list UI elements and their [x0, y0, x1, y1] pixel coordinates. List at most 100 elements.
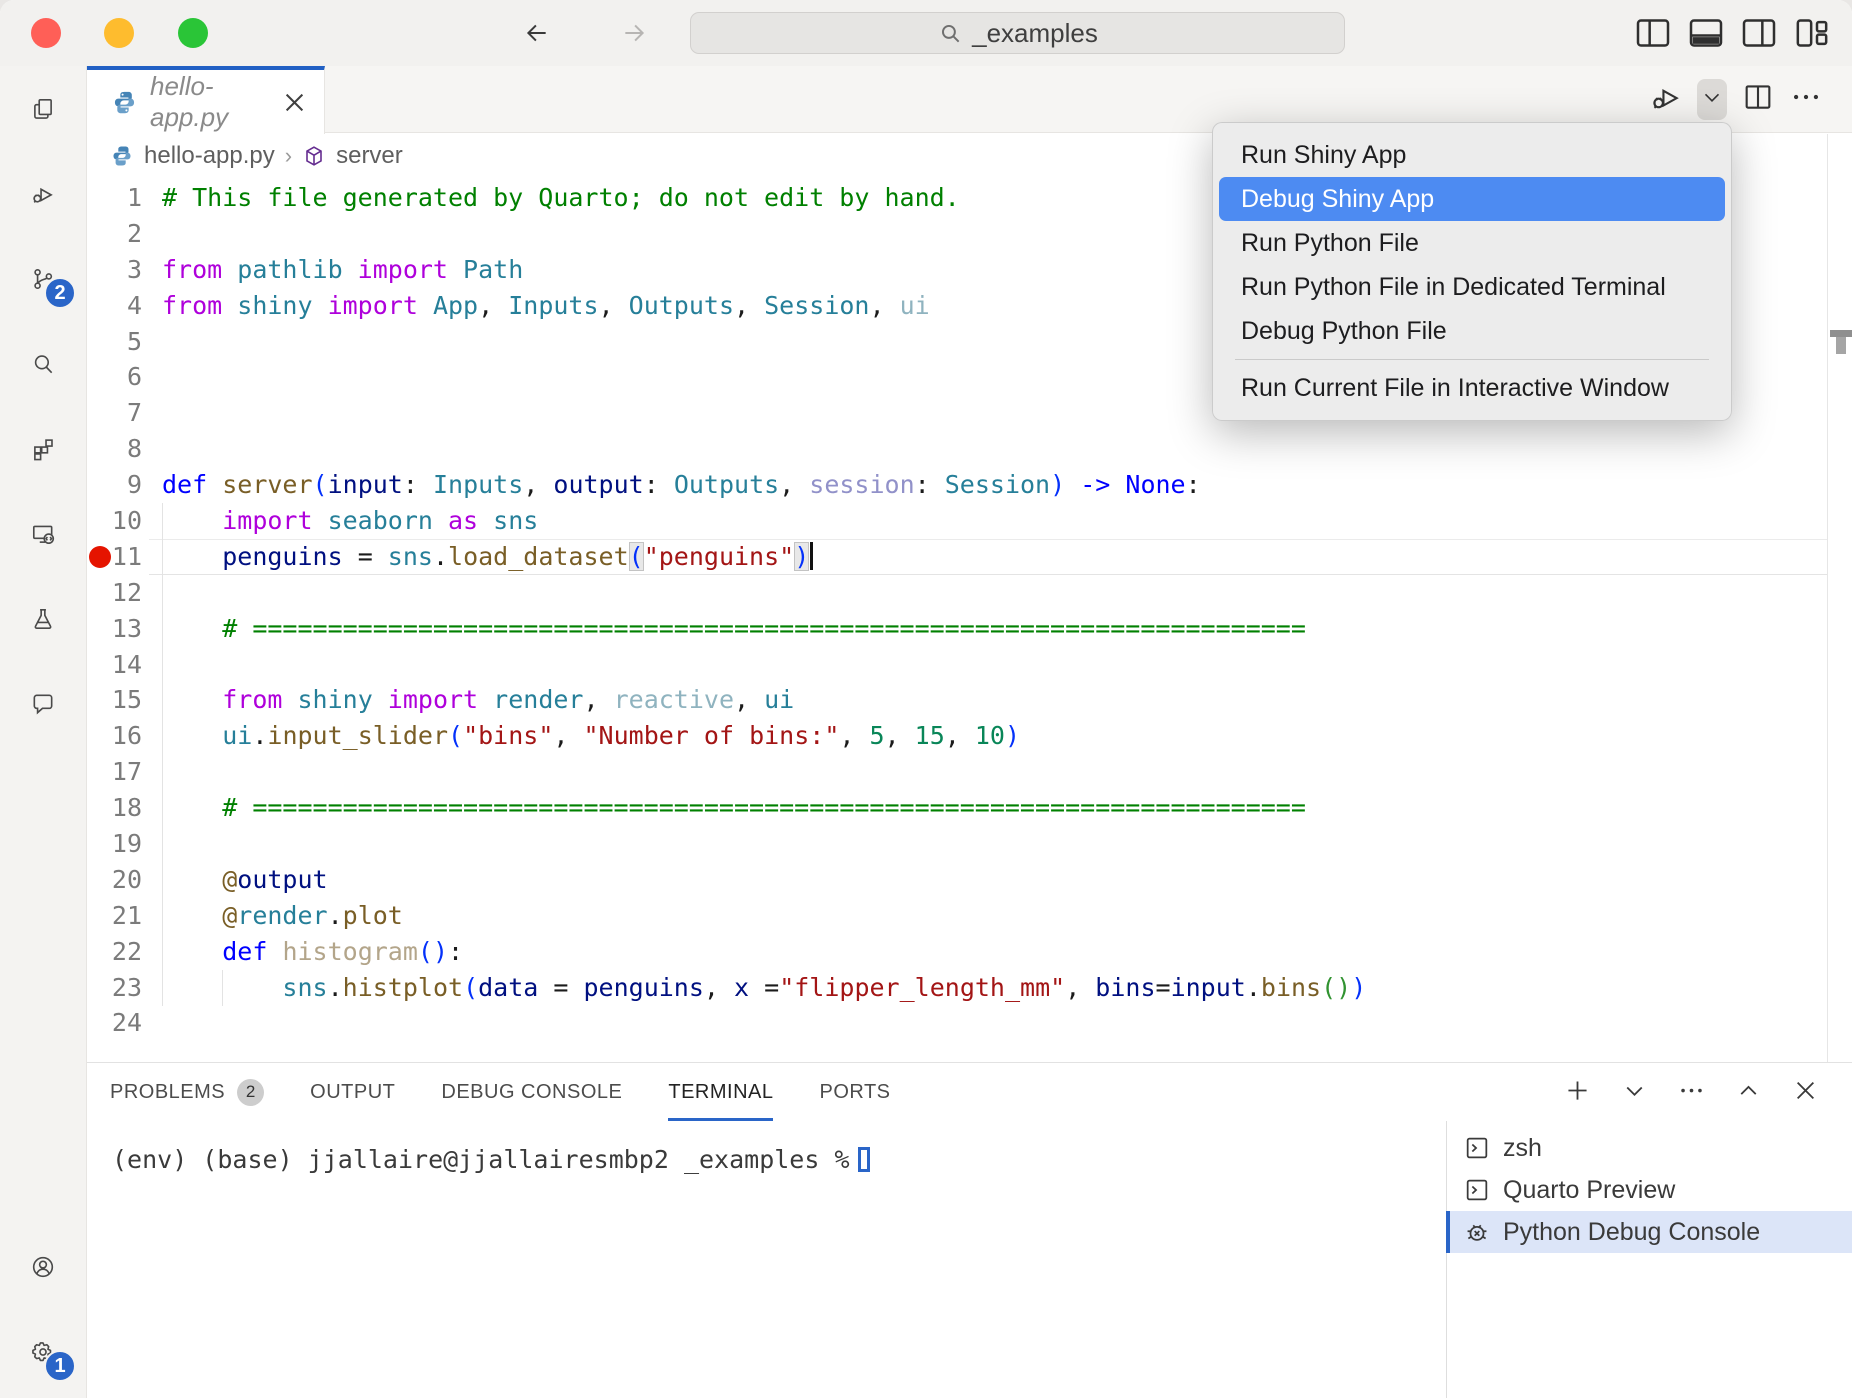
- editor-action-debug-run-icon[interactable]: [1649, 80, 1683, 119]
- editor-action-chevron-down-icon[interactable]: [1697, 79, 1727, 120]
- terminal-output[interactable]: (env) (base) jjallaire@jjallairesmbp2 _e…: [112, 1145, 870, 1174]
- line-number[interactable]: 16: [87, 718, 142, 754]
- code-line-content[interactable]: # This file generated by Quarto; do not …: [142, 180, 960, 216]
- line-number[interactable]: 2: [87, 216, 142, 252]
- line-number[interactable]: 1: [87, 180, 142, 216]
- line-number[interactable]: 19: [87, 826, 142, 862]
- line-number[interactable]: 15: [87, 682, 142, 718]
- activity-bar-item-source-control[interactable]: 2: [0, 236, 86, 321]
- titlebar-layout-sidebar-left-icon[interactable]: [1633, 13, 1673, 58]
- panel-tab-output[interactable]: OUTPUT: [310, 1063, 395, 1121]
- line-number[interactable]: 9: [87, 467, 142, 503]
- line-number[interactable]: 20: [87, 862, 142, 898]
- panel-tab-problems[interactable]: PROBLEMS2: [110, 1063, 264, 1121]
- code-line-9[interactable]: 9def server(input: Inputs, output: Outpu…: [87, 467, 1852, 503]
- line-number[interactable]: 17: [87, 754, 142, 790]
- menu-item[interactable]: Debug Python File: [1219, 309, 1725, 353]
- line-number[interactable]: 8: [87, 431, 142, 467]
- menu-item[interactable]: Run Current File in Interactive Window: [1219, 366, 1725, 410]
- code-line-10[interactable]: 10 import seaborn as sns: [87, 503, 1852, 539]
- editor-action-ellipsis-icon[interactable]: [1789, 80, 1823, 119]
- line-number[interactable]: 10: [87, 503, 142, 539]
- breadcrumb-symbol[interactable]: server: [336, 142, 403, 170]
- titlebar-layout-sidebar-right-icon[interactable]: [1739, 13, 1779, 58]
- line-number[interactable]: 13: [87, 611, 142, 647]
- code-line-18[interactable]: 18 # ===================================…: [87, 790, 1852, 826]
- close-icon[interactable]: [281, 89, 308, 116]
- menu-item[interactable]: Run Shiny App: [1219, 133, 1725, 177]
- line-number[interactable]: 24: [87, 1005, 142, 1041]
- terminal-list-item[interactable]: Python Debug Console: [1447, 1211, 1852, 1253]
- line-number[interactable]: 3: [87, 252, 142, 288]
- line-number[interactable]: 22: [87, 934, 142, 970]
- code-line-content[interactable]: penguins = sns.load_dataset("penguins"): [142, 539, 813, 575]
- panel-action-chevron-up-icon[interactable]: [1734, 1076, 1763, 1110]
- line-number[interactable]: 5: [87, 324, 142, 360]
- traffic-light-close[interactable]: [31, 18, 61, 48]
- activity-bar-item-comments[interactable]: [0, 661, 86, 746]
- back-button[interactable]: [515, 11, 559, 55]
- code-line-content[interactable]: from pathlib import Path: [142, 252, 523, 288]
- panel-action-close-icon[interactable]: [1791, 1076, 1820, 1110]
- code-line-content[interactable]: def server(input: Inputs, output: Output…: [142, 467, 1201, 503]
- breadcrumb-file[interactable]: hello-app.py: [144, 142, 275, 170]
- code-line-content[interactable]: # ======================================…: [142, 790, 1306, 826]
- editor-action-split-editor-icon[interactable]: [1741, 80, 1775, 119]
- code-line-17[interactable]: 17: [87, 754, 1852, 790]
- line-number[interactable]: 4: [87, 288, 142, 324]
- menu-item[interactable]: Run Python File: [1219, 221, 1725, 265]
- breadcrumb[interactable]: hello-app.py › server: [87, 134, 403, 177]
- terminal-list-item[interactable]: zsh: [1447, 1127, 1852, 1169]
- code-line-content[interactable]: sns.histplot(data = penguins, x ="flippe…: [142, 970, 1366, 1006]
- code-line-19[interactable]: 19: [87, 826, 1852, 862]
- command-center-search[interactable]: _examples: [690, 12, 1345, 54]
- activity-bar-item-search[interactable]: [0, 321, 86, 406]
- traffic-light-minimize[interactable]: [104, 18, 134, 48]
- code-line-15[interactable]: 15 from shiny import render, reactive, u…: [87, 682, 1852, 718]
- code-line-23[interactable]: 23 sns.histplot(data = penguins, x ="fli…: [87, 970, 1852, 1006]
- activity-bar-item-beaker[interactable]: [0, 576, 86, 661]
- breakpoint-dot[interactable]: [89, 546, 111, 568]
- panel-tab-debug-console[interactable]: DEBUG CONSOLE: [441, 1063, 622, 1121]
- titlebar-layout-customize-icon[interactable]: [1792, 13, 1832, 58]
- line-number[interactable]: 18: [87, 790, 142, 826]
- activity-bar-item-extensions[interactable]: [0, 406, 86, 491]
- activity-bar-item-account[interactable]: [0, 1224, 86, 1309]
- line-number[interactable]: 21: [87, 898, 142, 934]
- activity-bar-item-remote[interactable]: [0, 491, 86, 576]
- code-line-21[interactable]: 21 @render.plot: [87, 898, 1852, 934]
- activity-bar-item-run-debug[interactable]: [0, 151, 86, 236]
- scrollbar-marker[interactable]: [1830, 330, 1852, 337]
- panel-tab-ports[interactable]: PORTS: [819, 1063, 890, 1121]
- code-line-12[interactable]: 12: [87, 575, 1852, 611]
- code-line-14[interactable]: 14: [87, 647, 1852, 683]
- code-line-22[interactable]: 22 def histogram():: [87, 934, 1852, 970]
- activity-bar-item-settings-gear[interactable]: 1: [0, 1309, 86, 1394]
- terminal-list-item[interactable]: Quarto Preview: [1447, 1169, 1852, 1211]
- code-line-20[interactable]: 20 @output: [87, 862, 1852, 898]
- line-number[interactable]: 23: [87, 970, 142, 1006]
- panel-action-plus-icon[interactable]: [1563, 1076, 1592, 1110]
- code-line-8[interactable]: 8: [87, 431, 1852, 467]
- code-line-24[interactable]: 24: [87, 1005, 1852, 1041]
- code-line-content[interactable]: def histogram():: [142, 934, 463, 970]
- code-line-content[interactable]: ui.input_slider("bins", "Number of bins:…: [142, 718, 1020, 754]
- titlebar-layout-panel-icon[interactable]: [1686, 13, 1726, 58]
- line-number[interactable]: 12: [87, 575, 142, 611]
- activity-bar-item-files[interactable]: [0, 66, 86, 151]
- menu-item[interactable]: Debug Shiny App: [1219, 177, 1725, 221]
- code-line-content[interactable]: @render.plot: [142, 898, 403, 934]
- code-line-content[interactable]: @output: [142, 862, 328, 898]
- panel-action-chevron-down-icon[interactable]: [1620, 1076, 1649, 1110]
- code-line-content[interactable]: from shiny import App, Inputs, Outputs, …: [142, 288, 930, 324]
- code-line-content[interactable]: # ======================================…: [142, 611, 1306, 647]
- code-line-13[interactable]: 13 # ===================================…: [87, 611, 1852, 647]
- line-number[interactable]: 7: [87, 395, 142, 431]
- tab-hello-app-py[interactable]: hello-app.py: [87, 66, 325, 134]
- forward-button[interactable]: [612, 11, 656, 55]
- line-number[interactable]: 6: [87, 359, 142, 395]
- line-number[interactable]: 14: [87, 647, 142, 683]
- panel-action-ellipsis-icon[interactable]: [1677, 1076, 1706, 1110]
- code-line-content[interactable]: import seaborn as sns: [142, 503, 538, 539]
- menu-item[interactable]: Run Python File in Dedicated Terminal: [1219, 265, 1725, 309]
